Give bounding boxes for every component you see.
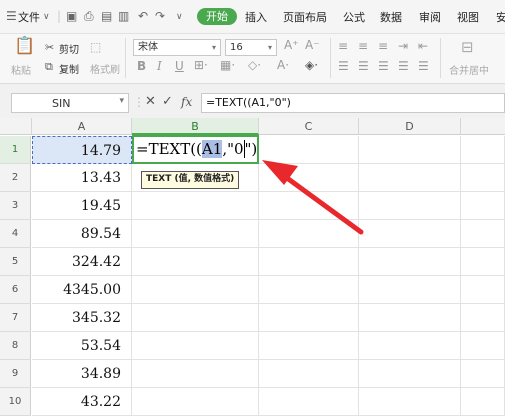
red-arrow-annotation: [262, 160, 364, 235]
arrow-shaft: [284, 175, 364, 235]
